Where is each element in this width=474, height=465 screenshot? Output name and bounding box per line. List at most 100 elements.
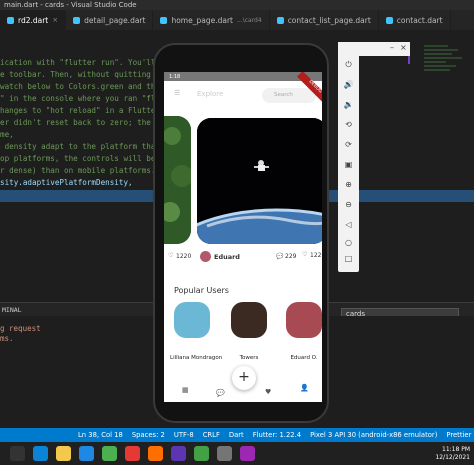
app-title: Explore (197, 90, 224, 98)
chat-icon[interactable]: 💬 (216, 389, 225, 397)
terminal-tab[interactable]: MINAL (2, 306, 22, 314)
camera-icon[interactable]: ▣ (338, 160, 359, 169)
whatsapp-icon[interactable] (194, 446, 209, 461)
tab-label: contact.dart (396, 15, 443, 25)
left-likes-count: 1220 (176, 253, 192, 260)
post-card-previous[interactable] (164, 116, 191, 244)
back-icon[interactable]: ◁ (338, 220, 359, 229)
avatar (286, 302, 322, 338)
forest-image (164, 116, 191, 244)
popular-users-list: Lilliana Mondragon Towers Eduard O. (164, 302, 322, 364)
overview-icon[interactable]: □ (338, 254, 359, 263)
dart-icon (73, 16, 81, 24)
user-card[interactable]: Eduard O. (282, 302, 322, 363)
volume-down-icon[interactable]: 🔉 (338, 100, 359, 109)
minimize-icon[interactable]: – (390, 43, 394, 52)
status-cursor[interactable]: Ln 38, Col 18 (78, 431, 123, 439)
user-card[interactable]: Towers (227, 302, 271, 363)
code-line: er didn't reset back to zero; the app (0, 118, 170, 127)
space-image (197, 118, 322, 244)
tab-path: ...\card4 (236, 16, 262, 24)
terminal-line: ms. (0, 334, 14, 343)
heart-icon[interactable]: ♥ (265, 388, 271, 396)
code-line: hanges to "hot reload" in a Flutter I (0, 106, 170, 115)
volume-up-icon[interactable]: 🔊 (338, 80, 359, 89)
tab-label: home_page.dart (171, 15, 233, 25)
likes-count: 1220 (310, 252, 322, 259)
home-icon[interactable]: ○ (338, 238, 359, 247)
zoom-in-icon[interactable]: ⊕ (338, 180, 359, 189)
code-line: e toolbar. Then, without quitting the (0, 70, 170, 79)
status-device[interactable]: Pixel 3 API 30 (android-x86 emulator) (310, 431, 437, 439)
code-line: sity.adaptivePlatformDensity, (0, 178, 133, 187)
taskbar (0, 442, 474, 465)
menu-icon[interactable]: ☰ (174, 89, 180, 97)
system-clock[interactable]: 11:18 PM 12/12/2021 (435, 446, 470, 461)
power-icon[interactable]: ⏻ (338, 60, 359, 70)
rotate-left-icon[interactable]: ⟲ (338, 120, 359, 129)
illustrator-icon[interactable] (148, 446, 163, 461)
tab-contact-list-page[interactable]: contact_list_page.dart (270, 10, 379, 30)
comments-count: 229 (285, 253, 297, 260)
avatar[interactable] (200, 251, 211, 262)
minimap[interactable] (418, 42, 470, 82)
editor-tabs: rd2.dart × detail_page.dart home_page.dar… (0, 10, 474, 30)
close-icon[interactable]: × (52, 16, 58, 24)
emulator-toolbar: ⏻ 🔊 🔉 ⟲ ⟳ ▣ ⊕ ⊖ ◁ ○ □ (338, 42, 359, 272)
status-flutter[interactable]: Flutter: 1.22.4 (253, 431, 301, 439)
grid-icon[interactable]: ▦ (182, 386, 189, 394)
status-indent[interactable]: Spaces: 2 (132, 431, 165, 439)
status-prettier[interactable]: Prettier (446, 431, 471, 439)
code-line: " in the console where you ran "flut (0, 94, 165, 103)
dart-icon (385, 16, 393, 24)
explorer-icon[interactable] (56, 446, 71, 461)
app-icon[interactable] (240, 446, 255, 461)
code-line: density adapt to the platform that y (0, 142, 170, 151)
edge-icon[interactable] (33, 446, 48, 461)
clock-time: 11:18 PM (442, 446, 470, 453)
zoom-out-icon[interactable]: ⊖ (338, 200, 359, 209)
status-encoding[interactable]: UTF-8 (174, 431, 194, 439)
profile-icon[interactable]: 👤 (300, 384, 309, 392)
app-icon[interactable] (171, 446, 186, 461)
code-line: op platforms, the controls will be sm (0, 154, 170, 163)
phone-time: 1:18 (169, 73, 181, 80)
user-card[interactable]: Lilliana Mondragon (170, 302, 222, 363)
tab-detail-page[interactable]: detail_page.dart (66, 10, 154, 30)
tab-label: rd2.dart (18, 15, 49, 25)
heart-icon[interactable]: ♡ (168, 252, 173, 259)
app-icon[interactable] (217, 446, 232, 461)
status-bar: Ln 38, Col 18 Spaces: 2 UTF-8 CRLF Dart … (0, 428, 474, 442)
user-name: Lilliana Mondragon (170, 355, 223, 361)
avatar (174, 302, 210, 338)
app-icon[interactable] (125, 446, 140, 461)
author-name: Eduard (214, 253, 240, 261)
tab-rd2[interactable]: rd2.dart × (0, 10, 67, 30)
post-stats: ♡ 1220 Eduard 💬 229 ♡ 1220 (164, 248, 322, 270)
section-title: Popular Users (174, 286, 229, 295)
clock-date: 12/12/2021 (435, 453, 470, 461)
phone-screen[interactable]: 1:18 ☰ Explore Search DEBUG ♡ 1220 Eduar… (164, 72, 322, 402)
heart-icon[interactable]: ♡ (302, 251, 307, 258)
avatar (231, 302, 267, 338)
status-eol[interactable]: CRLF (203, 431, 220, 439)
tab-contact[interactable]: contact.dart (379, 10, 451, 30)
tab-label: contact_list_page.dart (287, 15, 371, 25)
code-line: watch below to Colors.green and then (0, 82, 165, 91)
user-name: Towers (239, 355, 259, 361)
search-input[interactable]: Search (262, 88, 316, 103)
add-button[interactable]: + (232, 366, 256, 390)
android-studio-icon[interactable] (102, 446, 117, 461)
rotate-right-icon[interactable]: ⟳ (338, 140, 359, 149)
comment-icon[interactable]: 💬 (276, 253, 283, 260)
close-icon[interactable]: × (400, 43, 407, 52)
tab-label: detail_page.dart (84, 15, 146, 25)
code-line: ication with "flutter run". You'll sc (0, 58, 170, 67)
code-line: me, (0, 130, 14, 139)
dart-icon (7, 16, 14, 24)
tab-home-page[interactable]: home_page.dart ...\card4 (153, 10, 270, 30)
search-icon[interactable] (10, 446, 25, 461)
status-language[interactable]: Dart (229, 431, 244, 439)
vscode-icon[interactable] (79, 446, 94, 461)
post-card[interactable] (197, 118, 322, 244)
